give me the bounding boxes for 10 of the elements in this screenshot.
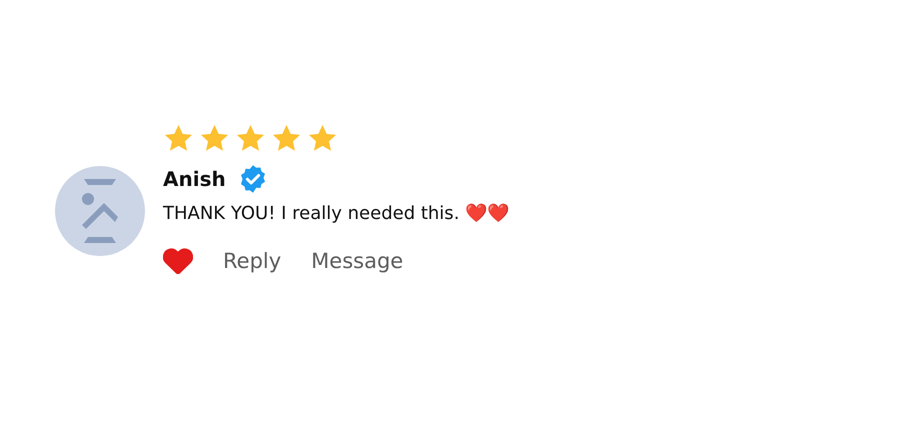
heart-icon[interactable] — [163, 248, 193, 274]
author-name: Anish — [163, 167, 226, 191]
star-icon — [307, 122, 338, 154]
star-icon — [235, 122, 266, 154]
review-text: THANK YOU! I really needed this. ❤❤ — [163, 202, 510, 224]
star-icon — [199, 122, 230, 154]
star-icon — [271, 122, 302, 154]
star-icon — [163, 122, 194, 154]
reply-button[interactable]: Reply — [223, 249, 282, 273]
message-button[interactable]: Message — [311, 249, 404, 273]
